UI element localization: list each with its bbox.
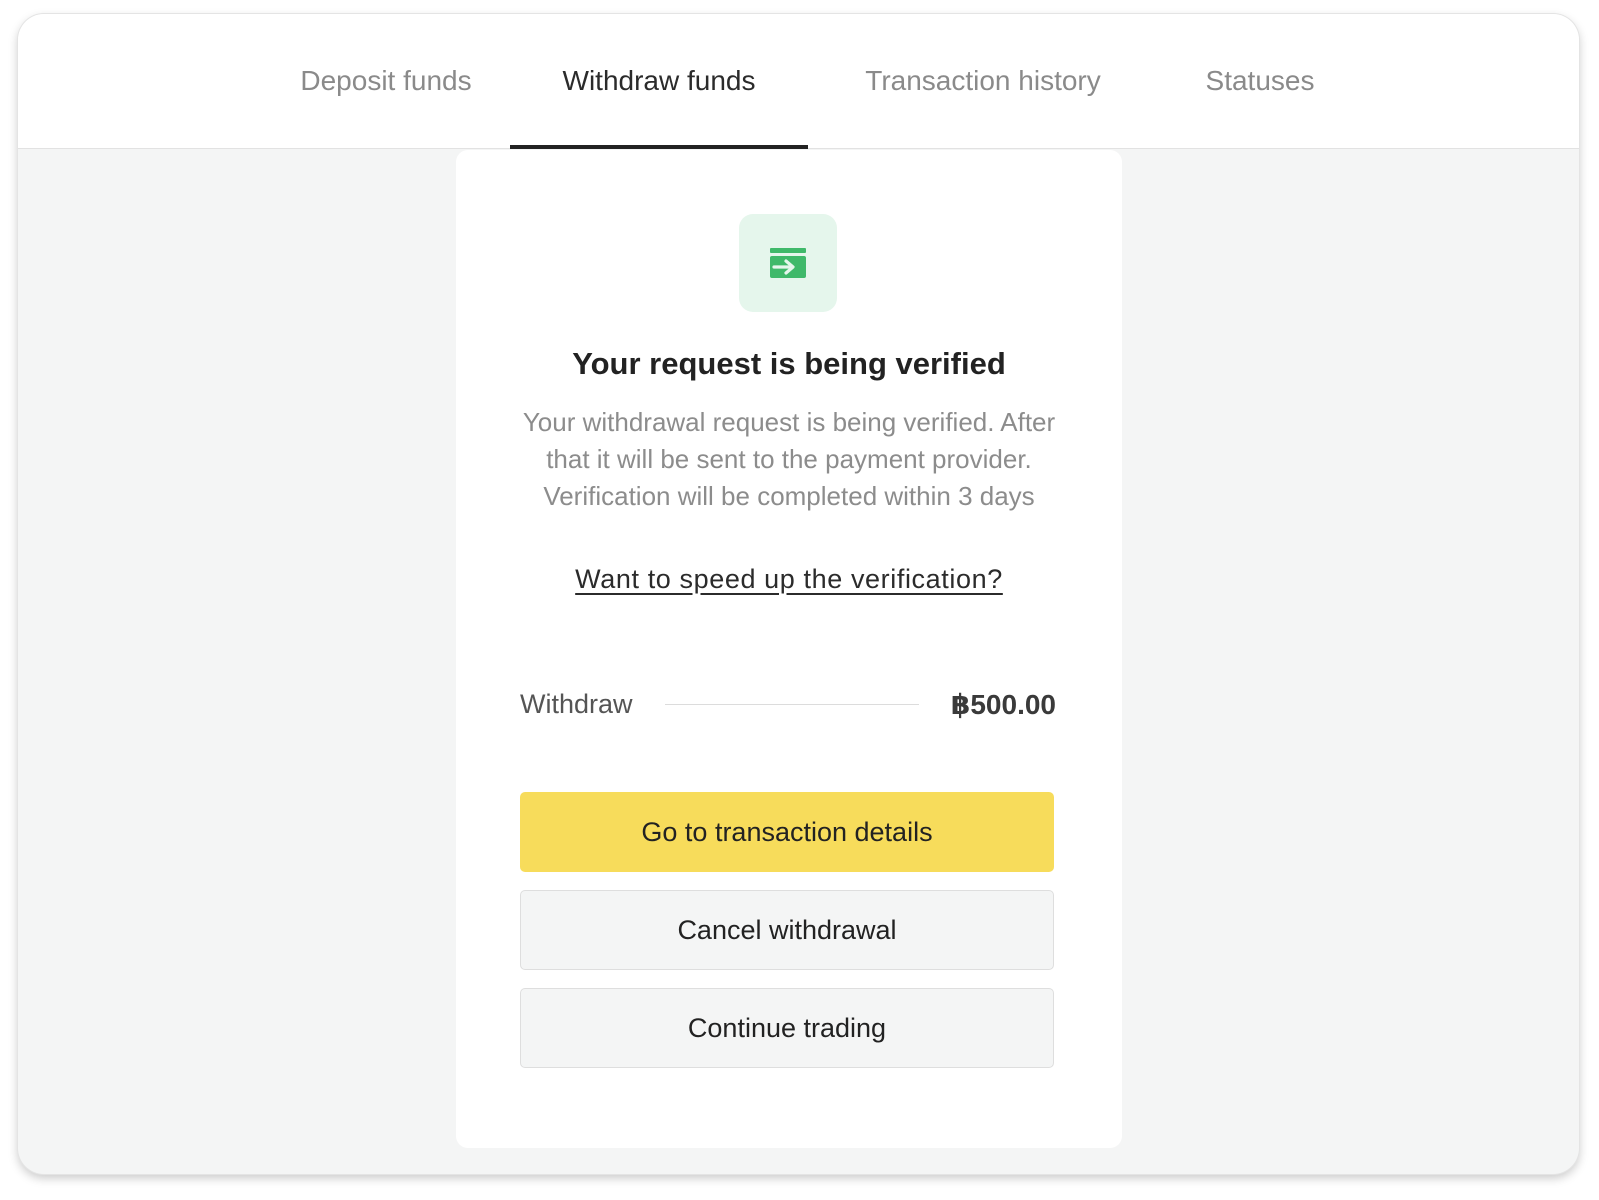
verification-card: Your request is being verified Your with…: [456, 150, 1122, 1148]
status-icon-box: [739, 214, 837, 312]
cancel-withdrawal-button[interactable]: Cancel withdrawal: [520, 890, 1054, 970]
tab-withdraw-funds[interactable]: Withdraw funds: [510, 14, 808, 149]
app-window: Deposit funds Withdraw funds Transaction…: [18, 14, 1579, 1174]
withdraw-summary-row: Withdraw ฿500.00: [520, 682, 1056, 726]
speed-up-verification-link-row: Want to speed up the verification?: [456, 564, 1122, 595]
withdraw-label: Withdraw: [520, 688, 633, 719]
tab-deposit-funds[interactable]: Deposit funds: [276, 14, 496, 148]
transaction-details-button[interactable]: Go to transaction details: [520, 792, 1054, 872]
status-title: Your request is being verified: [572, 346, 1006, 381]
tab-bar: Deposit funds Withdraw funds Transaction…: [18, 14, 1579, 149]
continue-trading-button[interactable]: Continue trading: [520, 988, 1054, 1068]
withdraw-divider: [664, 703, 919, 705]
speed-up-verification-link[interactable]: Want to speed up the verification?: [575, 564, 1003, 594]
tab-statuses[interactable]: Statuses: [1180, 14, 1340, 148]
withdraw-amount: ฿500.00: [950, 688, 1056, 720]
tab-transaction-history[interactable]: Transaction history: [838, 14, 1128, 148]
status-description: Your withdrawal request is being verifie…: [522, 407, 1056, 511]
card-arrow-icon: [770, 248, 806, 278]
